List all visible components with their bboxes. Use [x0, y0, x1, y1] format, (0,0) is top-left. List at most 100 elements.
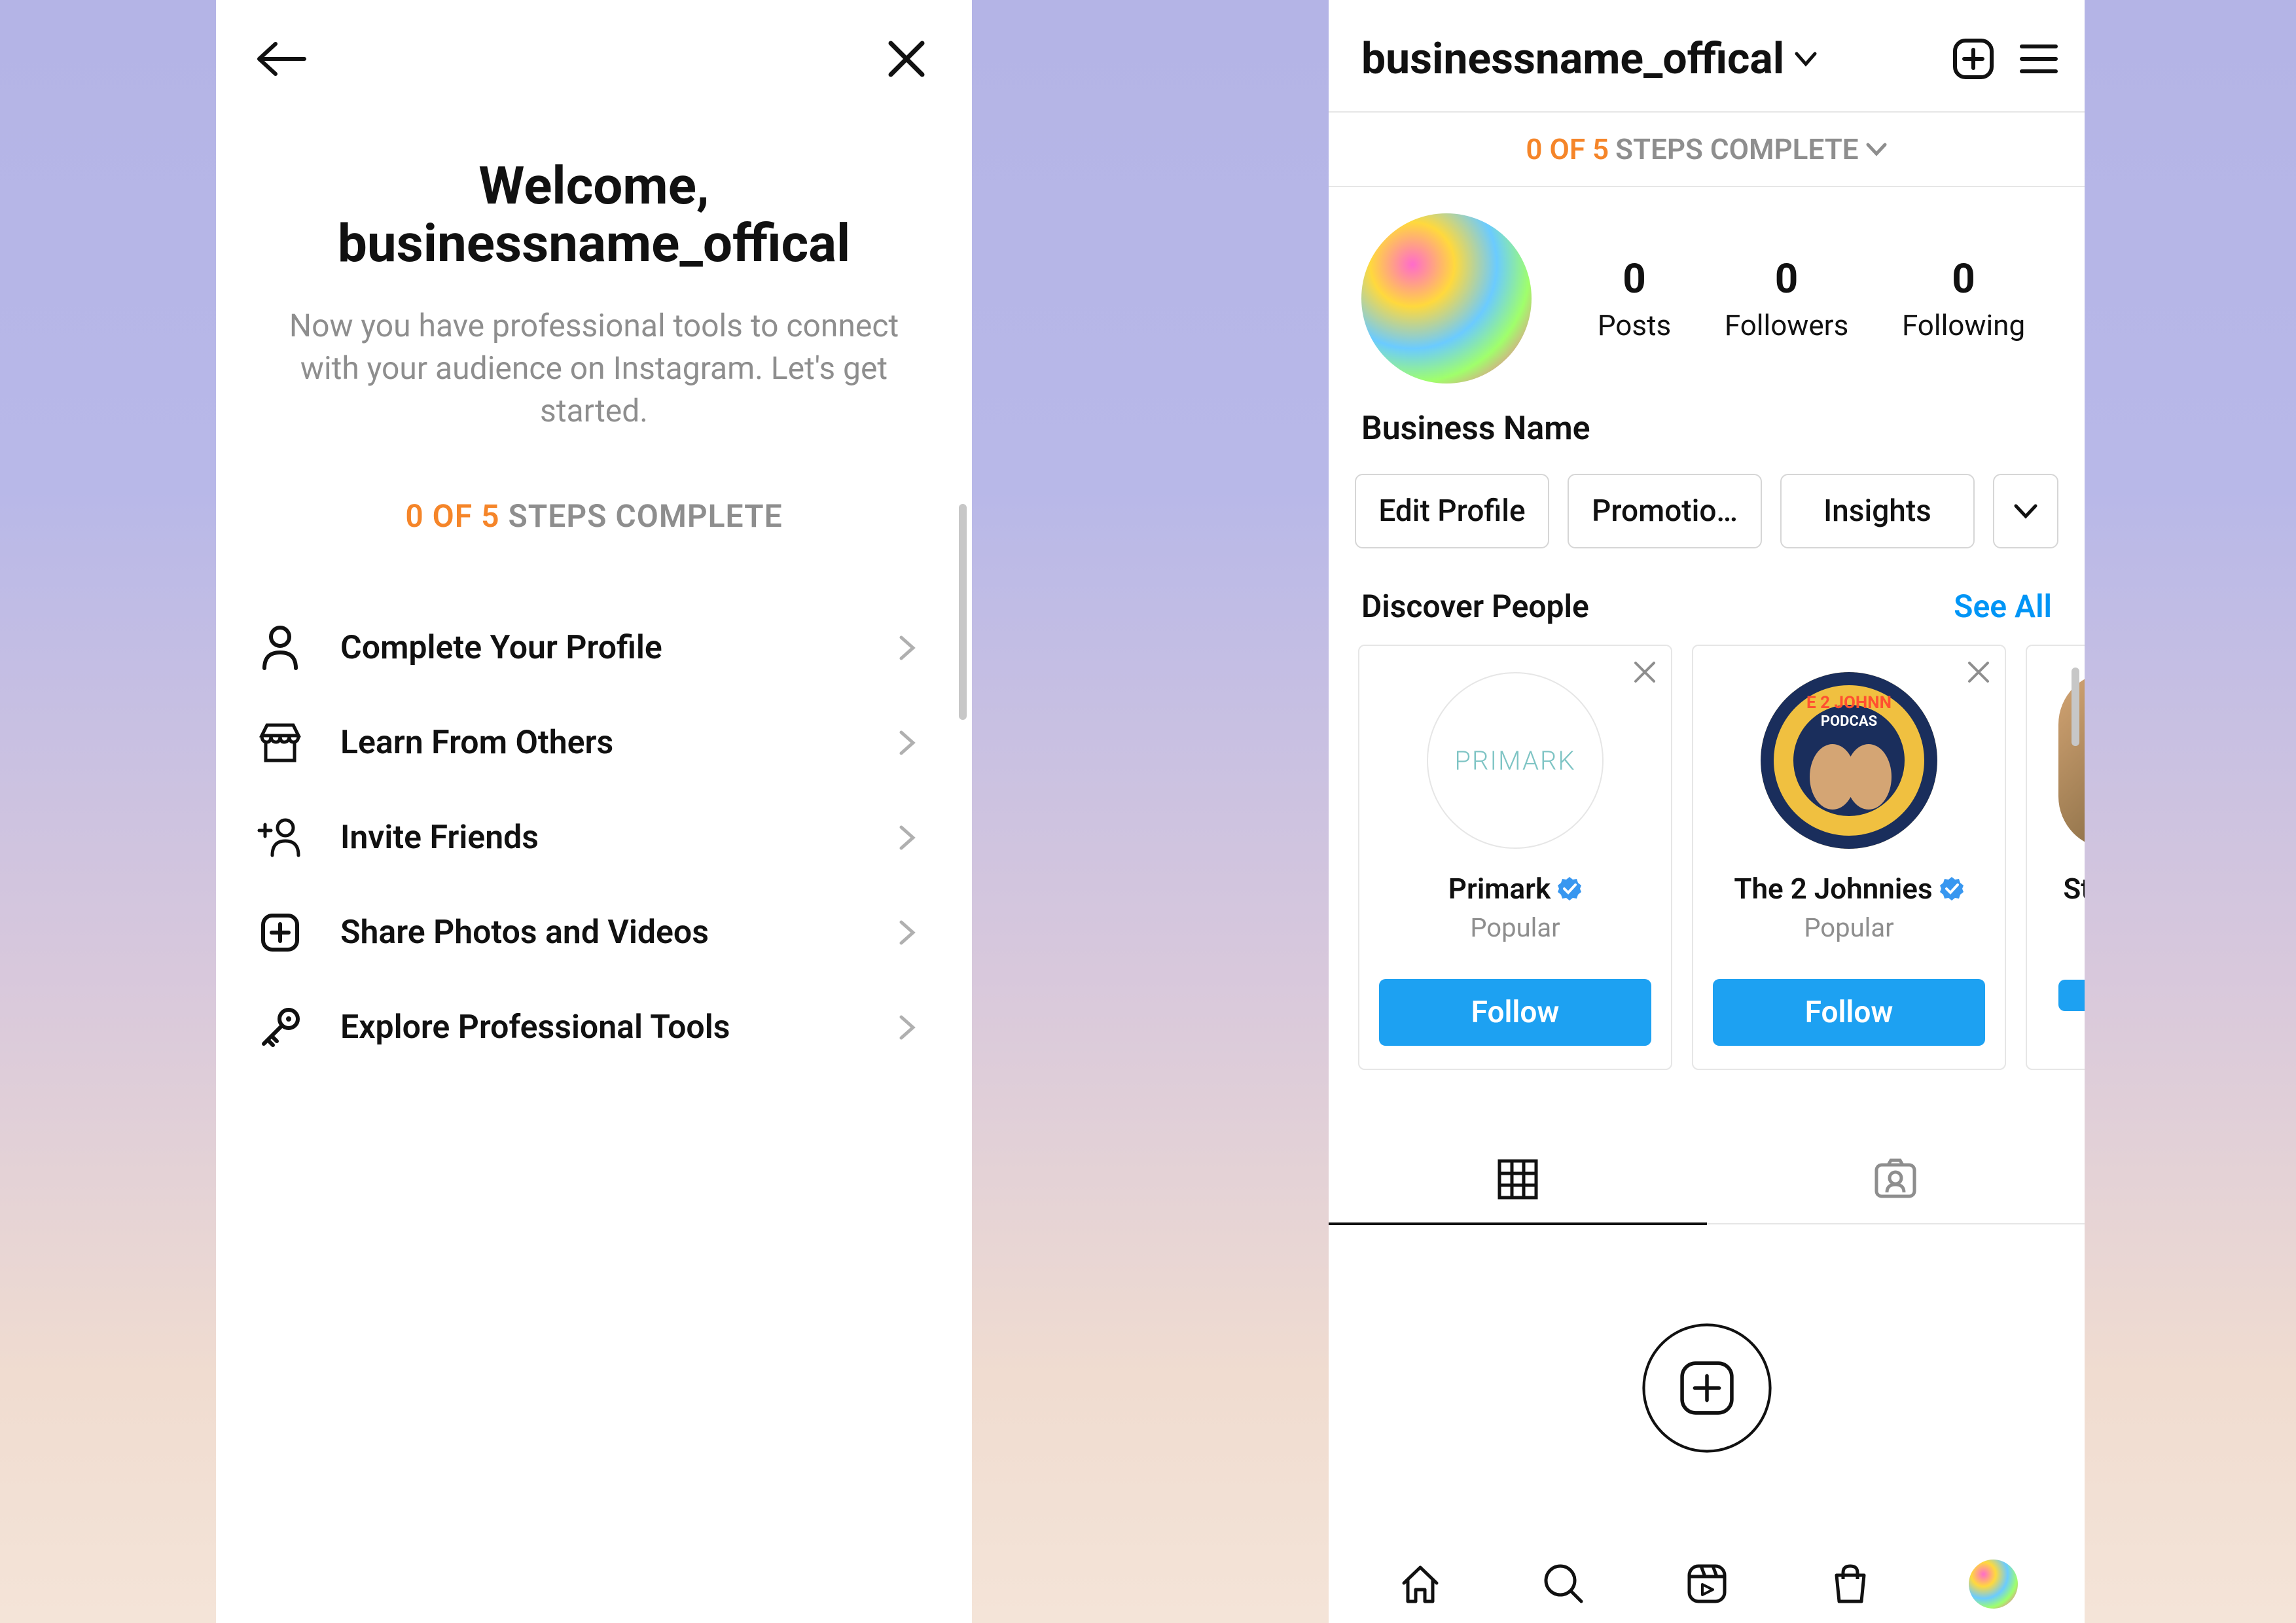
- nav-search[interactable]: [1537, 1558, 1590, 1610]
- insights-button[interactable]: Insights: [1780, 474, 1975, 548]
- menu-item-learn-from-others[interactable]: Learn From Others: [216, 695, 972, 790]
- person-icon: [255, 623, 304, 672]
- discover-title: Discover People: [1361, 588, 1589, 625]
- stat-posts[interactable]: 0 Posts: [1598, 255, 1671, 342]
- chevron-right-icon: [893, 825, 920, 851]
- menu-label: Learn From Others: [340, 724, 857, 762]
- follow-button[interactable]: [2058, 980, 2085, 1011]
- profile-avatar[interactable]: [1361, 213, 1532, 383]
- welcome-subtitle: Now you have professional tools to conne…: [249, 305, 939, 432]
- menu-label: Complete Your Profile: [340, 629, 857, 667]
- verified-badge-icon: [1939, 876, 1964, 901]
- steps-suffix: STEPS COMPLETE: [508, 497, 782, 535]
- shop-icon: [1827, 1561, 1873, 1607]
- card-subtitle: Popular: [1804, 912, 1893, 943]
- steps-banner[interactable]: 0 OF 5 STEPS COMPLETE: [1329, 111, 2085, 187]
- onboarding-menu: Complete Your Profile Learn From Others …: [216, 600, 972, 1075]
- welcome-block: Welcome, businessname_offical Now you ha…: [216, 157, 972, 432]
- stat-followers[interactable]: 0 Followers: [1725, 255, 1848, 342]
- chevron-right-icon: [893, 635, 920, 661]
- discover-header: Discover People See All: [1329, 548, 2085, 645]
- profile-tabs: [1329, 1135, 2085, 1224]
- card-avatar[interactable]: E 2 JOHNN PODCAS: [1761, 672, 1937, 849]
- discover-toggle-button[interactable]: [1993, 474, 2058, 548]
- menu-label: Invite Friends: [340, 819, 857, 857]
- banner-suffix: STEPS COMPLETE: [1615, 132, 1858, 166]
- avatar-icon: [1969, 1560, 2018, 1609]
- card-close-button[interactable]: [1965, 659, 1992, 688]
- promotions-button[interactable]: Promotio…: [1568, 474, 1762, 548]
- stat-following[interactable]: 0 Following: [1902, 255, 2025, 342]
- card-name: The 2 Johnnies: [1734, 872, 1932, 906]
- steps-count: 0 OF 5: [405, 497, 499, 535]
- chevron-down-icon: [1794, 51, 1818, 67]
- card-name-row: Sta: [2063, 872, 2085, 906]
- scroll-indicator[interactable]: [2072, 668, 2079, 746]
- menu-item-invite-friends[interactable]: Invite Friends: [216, 790, 972, 885]
- menu-item-explore-tools[interactable]: Explore Professional Tools: [216, 980, 972, 1075]
- profile-stats-row: 0 Posts 0 Followers 0 Following: [1329, 187, 2085, 397]
- grid-icon: [1497, 1158, 1539, 1200]
- stats-block: 0 Posts 0 Followers 0 Following: [1571, 255, 2052, 342]
- chevron-down-icon: [2013, 503, 2038, 520]
- see-all-link[interactable]: See All: [1954, 588, 2052, 625]
- follow-button[interactable]: Follow: [1379, 979, 1651, 1046]
- follow-button[interactable]: Follow: [1713, 979, 1985, 1046]
- discover-cards[interactable]: PRIMARK Primark Popular Follow: [1329, 645, 2085, 1070]
- create-button[interactable]: [1947, 33, 2000, 85]
- card-avatar[interactable]: PRIMARK: [1427, 672, 1604, 849]
- nav-reels[interactable]: [1681, 1558, 1733, 1610]
- banner-count: 0 OF 5: [1526, 132, 1609, 166]
- username-dropdown[interactable]: businessname_offical: [1361, 34, 1934, 84]
- profile-header: businessname_offical: [1329, 0, 2085, 111]
- onboarding-screen: Welcome, businessname_offical Now you ha…: [216, 0, 972, 1623]
- card-close-button[interactable]: [1632, 659, 1658, 688]
- chevron-right-icon: [893, 919, 920, 946]
- storefront-icon: [255, 718, 304, 767]
- svg-text:E 2 JOHNN: E 2 JOHNN: [1806, 693, 1892, 713]
- card-name-row: The 2 Johnnies: [1734, 872, 1964, 906]
- empty-state: [1329, 1323, 2085, 1454]
- nav-profile[interactable]: [1967, 1558, 2020, 1610]
- nav-shop[interactable]: [1824, 1558, 1876, 1610]
- username-text: businessname_offical: [1361, 34, 1784, 84]
- steps-progress: 0 OF 5 STEPS COMPLETE: [216, 497, 972, 535]
- profile-screen: businessname_offical 0 OF 5 STEPS COMPLE…: [1329, 0, 2085, 1623]
- tagged-icon: [1873, 1158, 1918, 1200]
- card-subtitle: Popular: [1470, 912, 1560, 943]
- verified-badge-icon: [1557, 876, 1582, 901]
- chevron-right-icon: [893, 730, 920, 756]
- welcome-title: Welcome, businessname_offical: [249, 157, 939, 272]
- display-name: Business Name: [1329, 397, 2085, 474]
- tab-grid[interactable]: [1329, 1135, 1707, 1223]
- discover-card: PRIMARK Primark Popular Follow: [1358, 645, 1672, 1070]
- edit-profile-button[interactable]: Edit Profile: [1355, 474, 1549, 548]
- chevron-down-icon: [1865, 142, 1888, 156]
- close-button[interactable]: [880, 33, 933, 85]
- svg-text:PODCAS: PODCAS: [1821, 713, 1877, 730]
- nav-home[interactable]: [1394, 1558, 1446, 1610]
- menu-label: Share Photos and Videos: [340, 914, 857, 952]
- card-name: Sta: [2063, 872, 2085, 906]
- profile-actions: Edit Profile Promotio… Insights: [1329, 474, 2085, 548]
- home-icon: [1397, 1561, 1443, 1607]
- key-icon: [255, 1003, 304, 1052]
- plus-square-icon: [255, 908, 304, 957]
- menu-label: Explore Professional Tools: [340, 1008, 857, 1046]
- tab-tagged[interactable]: [1707, 1135, 2085, 1223]
- search-icon: [1541, 1561, 1587, 1607]
- card-name-row: Primark: [1448, 872, 1582, 906]
- reels-icon: [1684, 1561, 1730, 1607]
- top-bar: [216, 0, 972, 105]
- menu-item-share-photos[interactable]: Share Photos and Videos: [216, 885, 972, 980]
- chevron-right-icon: [893, 1014, 920, 1041]
- back-button[interactable]: [255, 33, 308, 85]
- card-name: Primark: [1448, 872, 1551, 906]
- add-content-icon[interactable]: [1612, 1323, 1802, 1454]
- menu-button[interactable]: [2013, 33, 2065, 85]
- scroll-indicator[interactable]: [959, 504, 967, 720]
- bottom-nav: [1329, 1531, 2085, 1623]
- discover-card: E 2 JOHNN PODCAS The 2 Johnnies Popular …: [1692, 645, 2006, 1070]
- person-add-icon: [255, 813, 304, 862]
- menu-item-complete-profile[interactable]: Complete Your Profile: [216, 600, 972, 695]
